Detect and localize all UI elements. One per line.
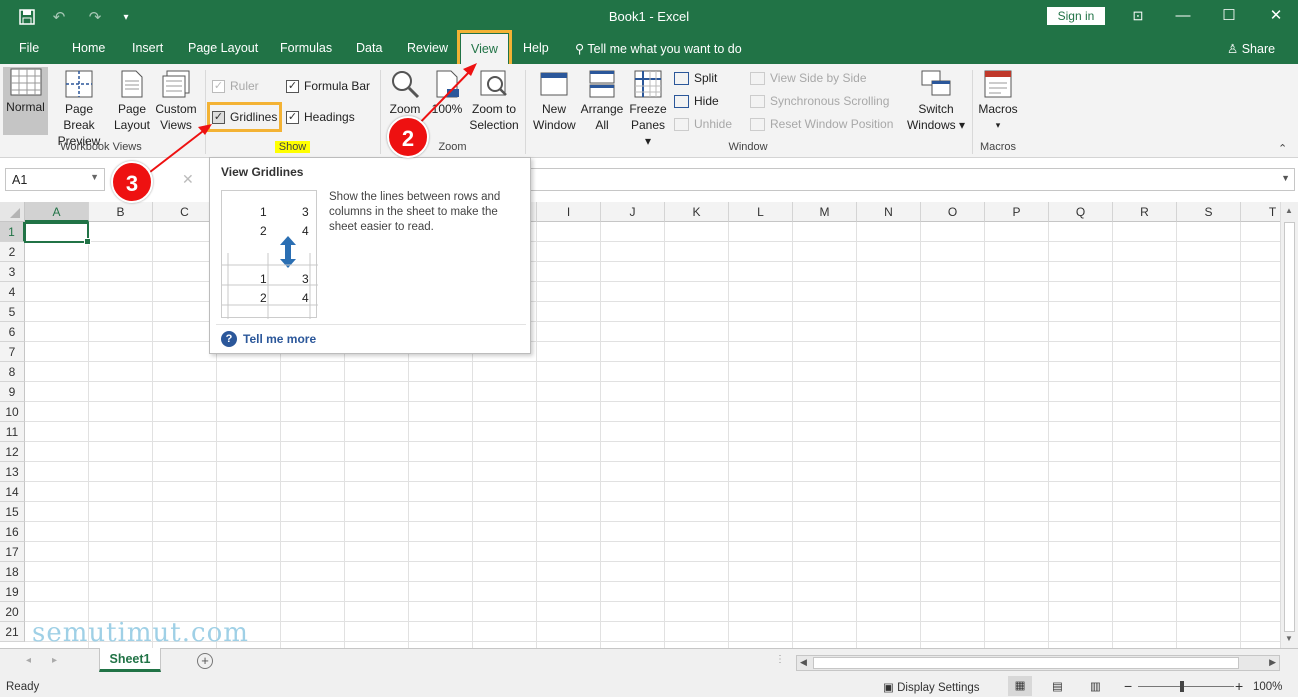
arrow-to-gridlines: [149, 127, 208, 173]
annotation-arrows: [149, 63, 477, 173]
step-3-badge: 3: [111, 161, 153, 203]
step-2-badge: 2: [387, 116, 429, 158]
arrowhead-view: [463, 63, 477, 76]
